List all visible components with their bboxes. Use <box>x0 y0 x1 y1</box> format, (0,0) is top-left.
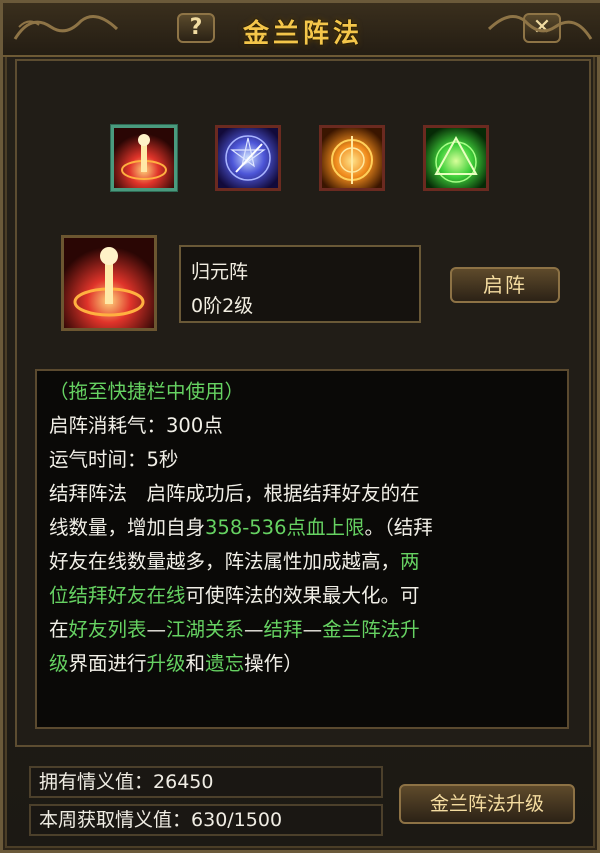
help-button[interactable]: ? <box>177 13 215 43</box>
title-bar: ? 金兰阵法 ✕ <box>3 3 600 57</box>
formation-info-box: 归元阵 0阶2级 <box>179 245 421 323</box>
owned-loyalty-stat: 拥有情义值：26450 <box>29 766 383 798</box>
desc-line-6: 级界面进行升级和遗忘操作） <box>49 652 303 675</box>
weekly-loyalty-label: 本周获取情义值： <box>39 809 192 831</box>
selected-formation-icon[interactable] <box>61 235 157 331</box>
formation-slot-guiyuan[interactable] <box>111 125 177 191</box>
green-triangle-sigil-icon <box>426 128 486 188</box>
desc-line-5: 在好友列表—江湖关系—结拜—金兰阵法升 <box>49 618 420 641</box>
upgrade-formation-button[interactable]: 金兰阵法升级 <box>399 784 575 824</box>
owned-loyalty-value: 26450 <box>153 771 214 793</box>
desc-line-1: 结拜阵法 启阵成功后，根据结拜好友的在 <box>49 482 420 505</box>
formation-description: （拖至快捷栏中使用） 启阵消耗气：300点 运气时间：5秒 结拜阵法 启阵成功后… <box>35 369 569 729</box>
cloud-ornament-icon <box>487 15 593 40</box>
red-fire-pillar-icon <box>114 128 174 188</box>
window-title: 金兰阵法 <box>242 19 363 49</box>
red-fire-pillar-icon <box>64 238 154 328</box>
weekly-loyalty-value: 630/1500 <box>191 809 283 831</box>
desc-line-3: 好友在线数量越多，阵法属性加成越高，两 <box>49 550 420 573</box>
weekly-loyalty-stat: 本周获取情义值：630/1500 <box>29 804 383 836</box>
desc-line-2: 线数量，增加自身358-536点血上限。（结拜 <box>49 516 433 539</box>
formation-slot-4[interactable] <box>423 125 489 191</box>
formation-slot-2[interactable] <box>215 125 281 191</box>
formation-name: 归元阵 <box>191 261 249 283</box>
drag-hint: （拖至快捷栏中使用） <box>49 380 245 403</box>
cost-line: 启阵消耗气：300点 <box>49 414 223 437</box>
formation-level: 0阶2级 <box>191 295 254 317</box>
formation-slot-3[interactable] <box>319 125 385 191</box>
cloud-ornament-icon <box>13 15 119 40</box>
time-line: 运气时间：5秒 <box>49 448 179 471</box>
orange-sun-sigil-icon <box>322 128 382 188</box>
formation-window: ? 金兰阵法 ✕ 归元阵 0阶2级 启阵 （拖至快捷栏中使用） 启阵消耗气：30… <box>0 0 600 853</box>
desc-line-4: 位结拜好友在线可使阵法的效果最大化。可 <box>49 584 420 607</box>
blue-star-sigil-icon <box>218 128 278 188</box>
activate-button[interactable]: 启阵 <box>450 267 560 303</box>
owned-loyalty-label: 拥有情义值： <box>39 771 154 793</box>
